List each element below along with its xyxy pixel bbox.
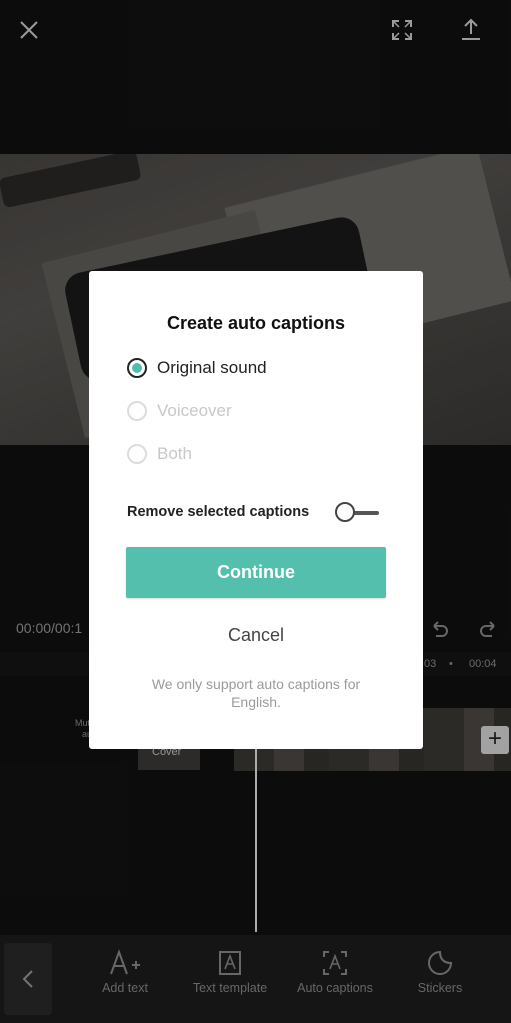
option-voiceover[interactable]: Voiceover <box>127 398 232 424</box>
continue-button[interactable]: Continue <box>126 547 386 598</box>
remove-captions-row: Remove selected captions <box>127 501 387 525</box>
auto-captions-dialog: Create auto captions Original sound Voic… <box>89 271 423 749</box>
option-label: Voiceover <box>157 401 232 420</box>
radio-unselected-icon[interactable] <box>127 444 147 464</box>
option-both[interactable]: Both <box>127 441 192 467</box>
option-label: Original sound <box>157 358 267 377</box>
cancel-button[interactable]: Cancel <box>89 625 423 646</box>
english-only-note: We only support auto captions for Englis… <box>151 676 361 710</box>
remove-captions-label: Remove selected captions <box>127 504 310 520</box>
option-label: Both <box>157 444 192 463</box>
radio-unselected-icon[interactable] <box>127 401 147 421</box>
dialog-title: Create auto captions <box>166 313 346 333</box>
option-original-sound[interactable]: Original sound <box>127 355 267 381</box>
radio-selected-icon[interactable] <box>127 358 147 378</box>
remove-captions-toggle[interactable] <box>335 501 381 525</box>
